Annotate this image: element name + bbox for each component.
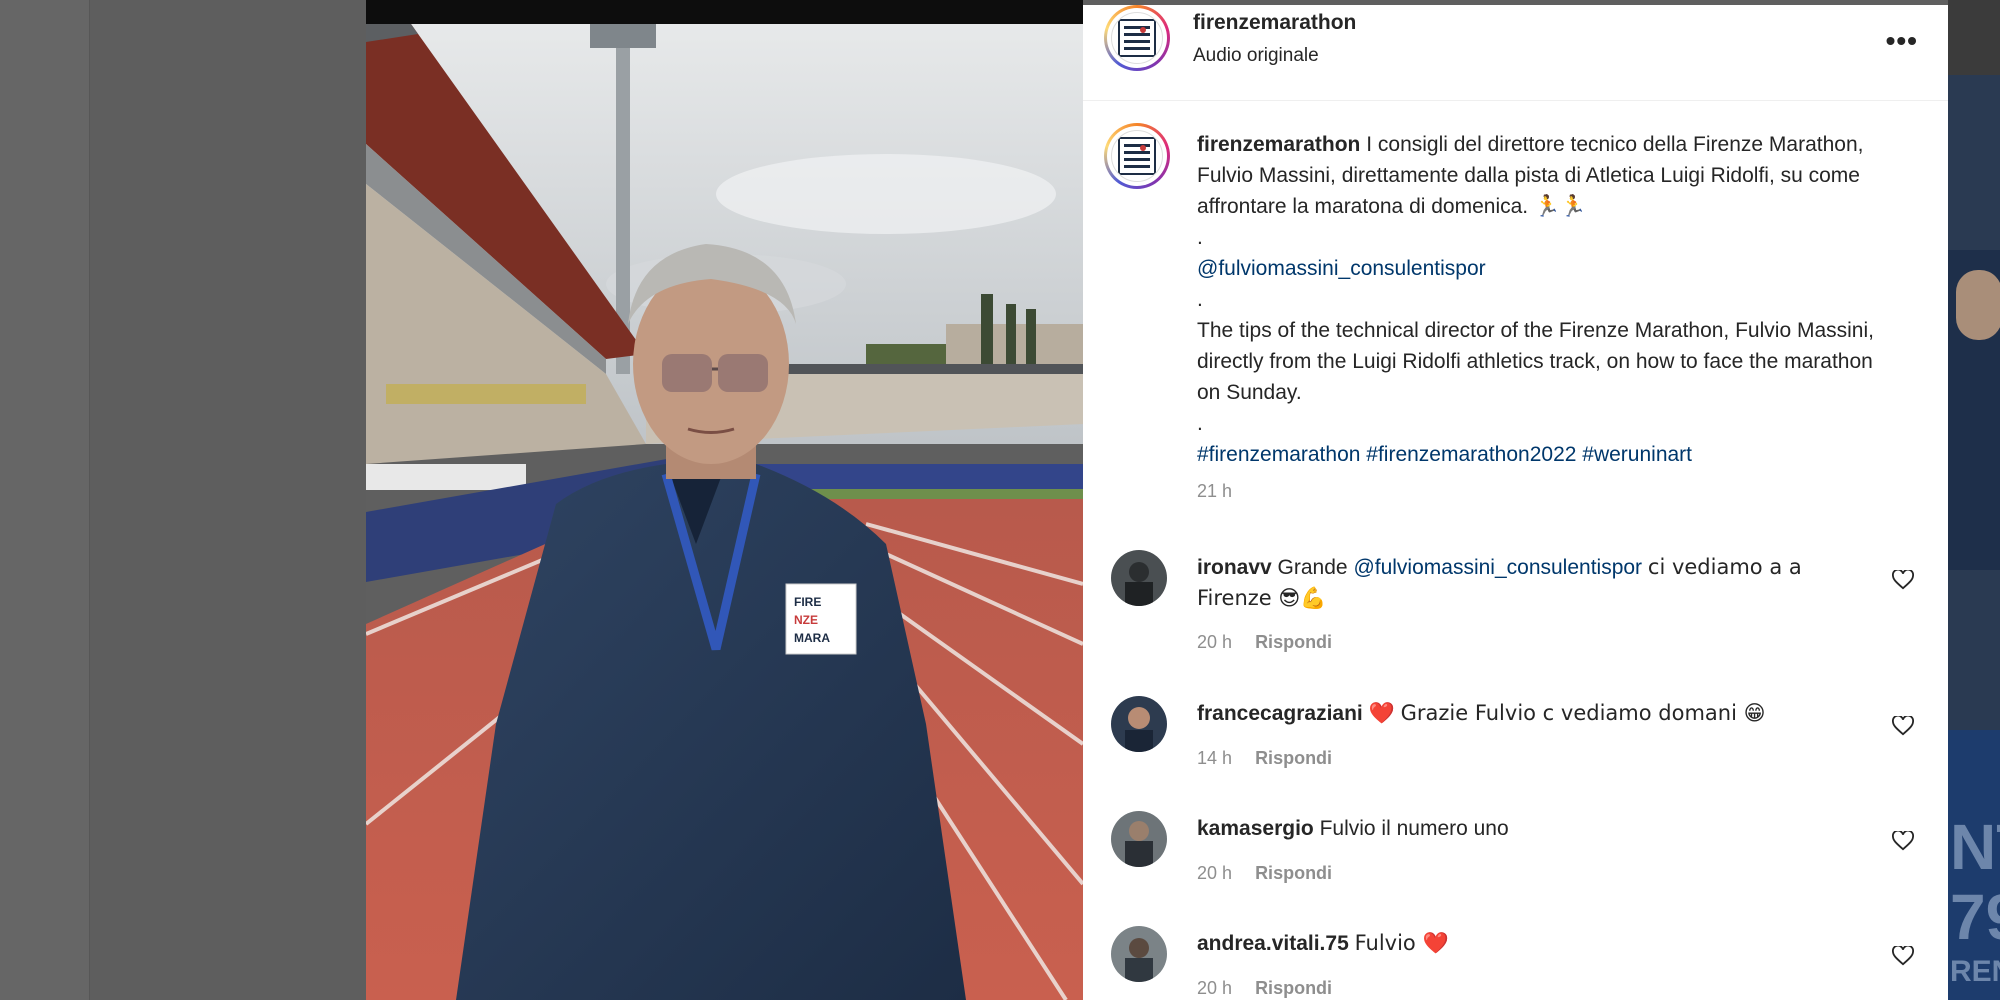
comment-body: Fulvio il numero uno xyxy=(1319,817,1509,840)
reply-button[interactable]: Rispondi xyxy=(1255,748,1332,768)
heart-emoji: ❤️ xyxy=(1368,701,1395,725)
caption-mention-link[interactable]: @fulviomassini_consulentispor xyxy=(1197,257,1486,280)
more-options-icon[interactable]: ••• xyxy=(1886,25,1918,57)
hashtag-link[interactable]: #firenzemarathon2022 xyxy=(1366,443,1576,466)
commenter-username[interactable]: andrea.vitali.75 xyxy=(1197,932,1349,955)
comment-meta: 14 h Rispondi xyxy=(1197,748,1332,769)
caption-dot: . xyxy=(1197,226,1203,249)
comment-time[interactable]: 14 h xyxy=(1197,748,1232,768)
reply-button[interactable]: Rispondi xyxy=(1255,978,1332,998)
caption-dot: . xyxy=(1197,288,1203,311)
reply-button[interactable]: Rispondi xyxy=(1255,863,1332,883)
commenter-username[interactable]: kamasergio xyxy=(1197,817,1314,840)
caption-avatar[interactable] xyxy=(1104,123,1170,189)
like-heart-icon[interactable] xyxy=(1892,946,1914,966)
reply-button[interactable]: Rispondi xyxy=(1255,632,1332,652)
caption-timestamp[interactable]: 21 h xyxy=(1197,476,1897,507)
preview-text-1: NT xyxy=(1950,811,2000,883)
commenter-avatar[interactable] xyxy=(1111,811,1167,867)
post-panel: firenzemarathon Audio originale ••• fire… xyxy=(1083,5,1948,1000)
commenter-username[interactable]: ironavv xyxy=(1197,556,1272,579)
comment-meta: 20 h Rispondi xyxy=(1197,978,1332,999)
preview-face xyxy=(1956,270,2000,340)
comment-pre: Grande xyxy=(1277,556,1348,579)
comment-text: andrea.vitali.75 Fulvio ❤️ xyxy=(1197,928,1877,959)
like-heart-icon[interactable] xyxy=(1892,716,1914,736)
svg-text:FIRE: FIRE xyxy=(794,595,821,609)
caption-text-english: The tips of the technical director of th… xyxy=(1197,319,1874,404)
comment-body: Fulvio ❤️ xyxy=(1354,931,1449,955)
commenter-avatar[interactable] xyxy=(1111,550,1167,606)
comment-meta: 20 h Rispondi xyxy=(1197,632,1332,653)
author-username[interactable]: firenzemarathon xyxy=(1193,11,1356,35)
hashtag-link[interactable]: #weruninart xyxy=(1582,443,1692,466)
like-heart-icon[interactable] xyxy=(1892,831,1914,851)
commenter-username[interactable]: francecagraziani xyxy=(1197,702,1363,725)
running-emoji: 🏃🏃 xyxy=(1533,194,1587,218)
comment-text: francecagraziani ❤️ Grazie Fulvio c vedi… xyxy=(1197,698,1877,729)
comment-mention-link[interactable]: @fulviomassini_consulentispor xyxy=(1353,556,1642,579)
reel-video[interactable]: FIRE NZE MARA xyxy=(366,24,1083,1000)
comment-time[interactable]: 20 h xyxy=(1197,632,1232,652)
preview-text-3: REN xyxy=(1950,955,2000,988)
comment-body: Grazie Fulvio c vediamo domani 😁 xyxy=(1400,701,1766,725)
comment-text: kamasergio Fulvio il numero uno xyxy=(1197,813,1877,844)
comment-time[interactable]: 20 h xyxy=(1197,863,1232,883)
preview-text-2: 79 xyxy=(1950,881,2000,953)
commenter-avatar[interactable] xyxy=(1111,696,1167,752)
post-header: firenzemarathon Audio originale ••• xyxy=(1083,5,1948,101)
comment-time[interactable]: 20 h xyxy=(1197,978,1232,998)
firenze-marathon-logo xyxy=(1111,130,1163,182)
hashtag-link[interactable]: #firenzemarathon xyxy=(1197,443,1360,466)
caption-body: firenzemarathon I consigli del direttore… xyxy=(1197,129,1897,507)
firenze-marathon-logo xyxy=(1111,12,1163,64)
caption-dot: . xyxy=(1197,412,1203,435)
like-heart-icon[interactable] xyxy=(1892,570,1914,590)
svg-text:NZE: NZE xyxy=(794,613,818,627)
backdrop-strip xyxy=(0,0,90,1000)
preview-top xyxy=(1948,0,2000,75)
audio-label[interactable]: Audio originale xyxy=(1193,45,1319,67)
svg-text:MARA: MARA xyxy=(794,631,830,645)
caption-username[interactable]: firenzemarathon xyxy=(1197,133,1360,156)
comment-meta: 20 h Rispondi xyxy=(1197,863,1332,884)
video-frame: FIRE NZE MARA xyxy=(366,24,1083,1000)
commenter-avatar[interactable] xyxy=(1111,926,1167,982)
video-top-bar xyxy=(366,0,1083,24)
next-post-preview[interactable]: NT 79 REN xyxy=(1948,0,2000,1000)
comment-text: ironavv Grande @fulviomassini_consulenti… xyxy=(1197,552,1877,614)
author-avatar[interactable] xyxy=(1104,5,1170,71)
